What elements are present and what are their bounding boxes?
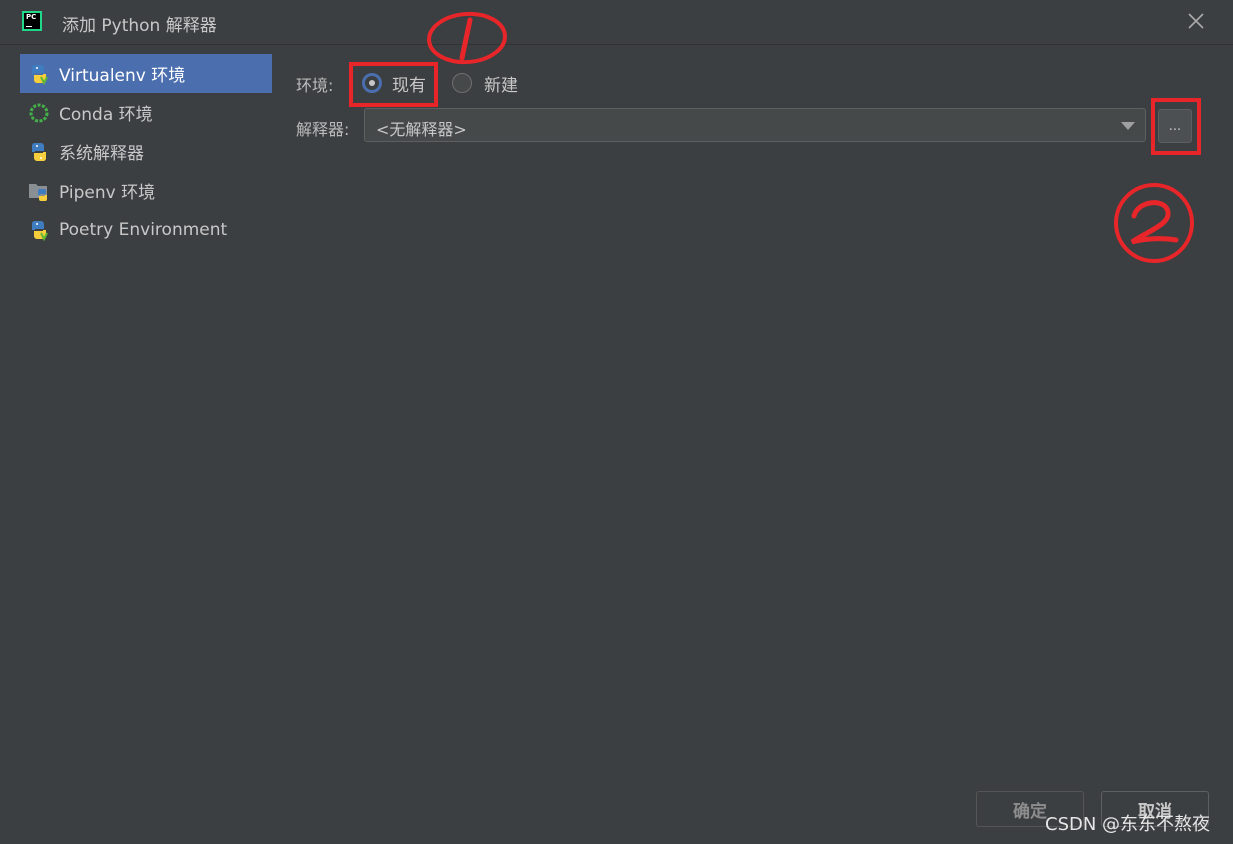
- close-button[interactable]: [1184, 9, 1208, 33]
- sidebar-item-conda[interactable]: Conda 环境: [20, 93, 272, 132]
- interpreter-value: <无解释器>: [376, 120, 467, 139]
- sidebar-item-pipenv[interactable]: Pipenv 环境: [20, 171, 272, 210]
- environment-label: 环境:: [296, 76, 334, 95]
- annotation-box-1: [349, 62, 438, 107]
- sidebar-item-system[interactable]: 系统解释器: [20, 132, 272, 171]
- radio-new[interactable]: [452, 73, 472, 93]
- title-bar: PC 添加 Python 解释器: [0, 0, 1233, 45]
- sidebar-item-label: Pipenv 环境: [59, 183, 156, 203]
- watermark: CSDN @东东不熬夜: [1045, 814, 1211, 835]
- python-icon: [28, 141, 50, 163]
- annotation-marker-1: [427, 11, 507, 65]
- poetry-icon: [28, 219, 50, 241]
- sidebar-item-poetry[interactable]: Poetry Environment: [20, 210, 272, 249]
- interpreter-type-list: Virtualenv 环境 Conda 环境 系统解释器 Pipenv 环境 P…: [20, 54, 272, 249]
- sidebar-item-label: Conda 环境: [59, 105, 153, 125]
- conda-icon: [28, 102, 50, 124]
- sidebar-item-label: Virtualenv 环境: [59, 66, 186, 86]
- python-virtualenv-icon: [28, 63, 50, 85]
- radio-new-label[interactable]: 新建: [484, 71, 518, 96]
- annotation-box-2: [1151, 98, 1201, 155]
- annotation-marker-2: [1114, 183, 1194, 263]
- chevron-down-icon: [1121, 122, 1135, 130]
- window-title: 添加 Python 解释器: [62, 16, 217, 36]
- sidebar-item-virtualenv[interactable]: Virtualenv 环境: [20, 54, 272, 93]
- close-icon: [1188, 13, 1204, 29]
- pipenv-folder-icon: [28, 180, 50, 202]
- interpreter-dropdown[interactable]: <无解释器>: [364, 108, 1146, 142]
- interpreter-label: 解释器:: [296, 120, 350, 139]
- sidebar-item-label: Poetry Environment: [59, 219, 228, 240]
- sidebar-item-label: 系统解释器: [59, 144, 144, 164]
- pycharm-icon: PC: [22, 11, 42, 31]
